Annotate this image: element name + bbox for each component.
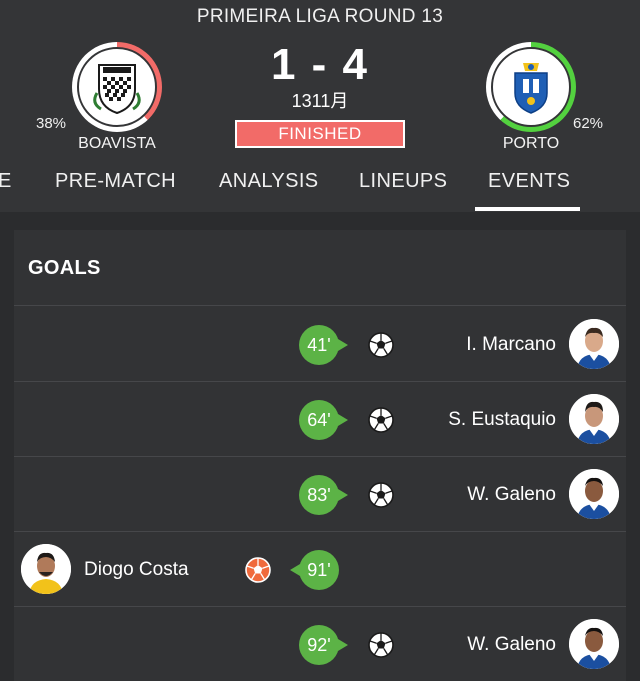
tab-pre-match[interactable]: PRE-MATCH xyxy=(55,170,176,193)
goals-section-title: GOALS xyxy=(28,257,101,279)
tab-events[interactable]: EVENTS xyxy=(488,170,570,193)
away-team-name[interactable]: PORTO xyxy=(461,135,601,153)
tab-lineups[interactable]: LINEUPS xyxy=(359,170,447,193)
goal-minute-badge: 91' xyxy=(290,550,339,590)
row-divider xyxy=(14,381,626,382)
player-avatar-icon xyxy=(569,319,619,369)
soccer-ball-icon xyxy=(368,482,394,508)
player-avatar-icon xyxy=(569,619,619,669)
porto-crest-icon xyxy=(491,47,571,127)
tab-bar: E PRE-MATCH ANALYSIS LINEUPS EVENTS xyxy=(0,166,640,212)
player-avatar-icon xyxy=(21,544,71,594)
row-divider xyxy=(14,456,626,457)
tab-analysis[interactable]: ANALYSIS xyxy=(219,170,319,193)
tab-partial[interactable]: E xyxy=(0,170,12,193)
player-avatar-icon xyxy=(569,394,619,444)
soccer-ball-icon xyxy=(368,407,394,433)
soccer-ball-icon xyxy=(368,332,394,358)
goal-minute-badge: 64' xyxy=(299,400,348,440)
away-possession-ring[interactable] xyxy=(486,42,576,132)
goal-scorer-name: W. Galeno xyxy=(467,634,556,655)
goal-minute-badge: 41' xyxy=(299,325,348,365)
home-team-name[interactable]: BOAVISTA xyxy=(47,135,187,153)
home-possession-pct: 38% xyxy=(36,115,67,132)
row-divider xyxy=(14,305,626,306)
boavista-crest-icon xyxy=(77,47,157,127)
active-tab-indicator xyxy=(475,207,580,211)
round-title: PRIMEIRA LIGA ROUND 13 xyxy=(196,6,444,27)
match-status-badge: FINISHED xyxy=(235,120,405,148)
player-avatar-icon xyxy=(569,469,619,519)
goal-minute-badge: 92' xyxy=(299,625,348,665)
goal-scorer-name: S. Eustaquio xyxy=(448,409,556,430)
row-divider xyxy=(14,606,626,607)
own-goal-ball-icon xyxy=(245,557,271,583)
goal-scorer-name: W. Galeno xyxy=(467,484,556,505)
soccer-ball-icon xyxy=(368,632,394,658)
goal-scorer-name: I. Marcano xyxy=(466,334,556,355)
match-date: 1311月 xyxy=(291,91,349,111)
match-score: 1 - 4 xyxy=(270,40,370,89)
away-possession-pct: 62% xyxy=(573,115,604,132)
home-possession-ring[interactable] xyxy=(72,42,162,132)
goal-scorer-name: Diogo Costa xyxy=(84,559,189,580)
goal-minute-badge: 83' xyxy=(299,475,348,515)
row-divider xyxy=(14,531,626,532)
